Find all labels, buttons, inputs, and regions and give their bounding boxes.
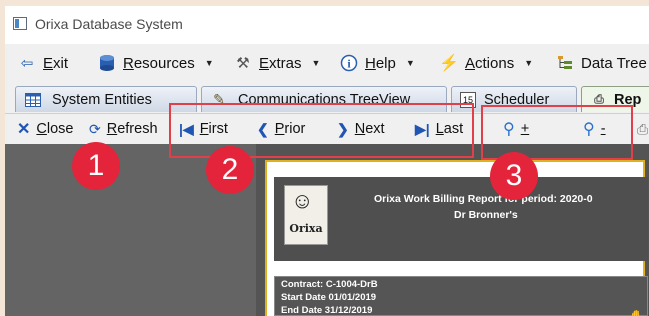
hand-icon: ✋: [628, 309, 645, 316]
menu-help[interactable]: i Help ▼: [339, 53, 415, 73]
menu-extras[interactable]: ⚒ Extras ▼: [233, 53, 320, 73]
refresh-icon: ⟳: [89, 120, 101, 137]
lightning-icon: ⚡: [439, 55, 459, 72]
menu-exit[interactable]: ⇦ Exit: [17, 53, 68, 73]
callout-badge-2: 2: [206, 146, 254, 194]
contract-panel: Contract: C-1004-DrB Start Date 01/01/20…: [274, 276, 648, 316]
window-title: Orixa Database System: [35, 16, 183, 32]
highlight-zoom: [481, 105, 633, 160]
print-button[interactable]: ⎙: [637, 119, 649, 139]
menu-bar: ⇦ Exit Resources ▼ ⚒ Extras ▼ i Help ▼ ⚡…: [5, 46, 649, 80]
contract-label: Contract: C-1004-DrB: [281, 279, 378, 290]
tools-icon: ⚒: [236, 55, 250, 72]
chevron-down-icon: ▼: [405, 58, 415, 68]
help-icon: i: [339, 54, 359, 72]
printer-icon: ⎙: [637, 120, 649, 137]
menu-resources[interactable]: Resources ▼: [97, 53, 214, 73]
report-preview[interactable]: ☺ Orixa Orixa Work Billing Report for pe…: [256, 144, 649, 316]
app-icon: [13, 17, 27, 30]
chevron-down-icon: ▼: [204, 58, 214, 68]
refresh-button[interactable]: ⟳ Refresh: [89, 119, 158, 139]
report-header: ☺ Orixa Orixa Work Billing Report for pe…: [274, 177, 648, 261]
database-icon: [97, 54, 117, 72]
callout-badge-3: 3: [490, 152, 538, 200]
exit-icon: ⇦: [20, 55, 34, 72]
close-button[interactable]: ✕ Close: [17, 119, 74, 139]
report-subtitle: Dr Bronner's: [454, 209, 518, 221]
callout-badge-1: 1: [72, 142, 120, 190]
menu-actions[interactable]: ⚡ Actions ▼: [439, 53, 533, 73]
close-icon: ✕: [17, 121, 31, 138]
orixa-logo: ☺ Orixa: [284, 185, 328, 245]
chevron-down-icon: ▼: [524, 58, 534, 68]
grid-icon: [24, 92, 42, 108]
menu-data-tree[interactable]: Data Tree: [555, 53, 647, 73]
title-bar: Orixa Database System: [5, 6, 649, 44]
chevron-down-icon: ▼: [311, 58, 321, 68]
end-date-label: End Date 31/12/2019: [281, 305, 373, 316]
start-date-label: Start Date 01/01/2019: [281, 292, 377, 303]
tree-icon: [555, 54, 575, 72]
